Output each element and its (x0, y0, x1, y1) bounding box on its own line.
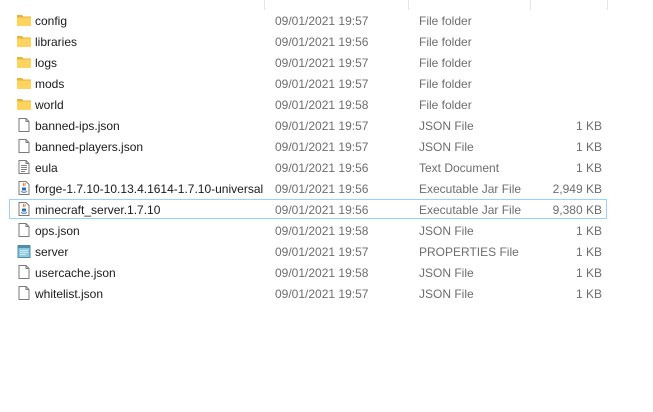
file-size: 1 KB (575, 224, 602, 238)
file-date-modified: 09/01/2021 19:57 (275, 56, 369, 70)
file-row[interactable]: eula 09/01/2021 19:56 Text Document 1 KB (9, 157, 607, 177)
file-row[interactable]: config 09/01/2021 19:57 File folder (9, 10, 607, 30)
file-type: Executable Jar File (419, 182, 522, 196)
folder-icon (16, 12, 32, 28)
file-type: File folder (419, 98, 472, 112)
file-date-modified: 09/01/2021 19:57 (275, 140, 369, 154)
file-date-modified: 09/01/2021 19:57 (275, 245, 369, 259)
column-divider[interactable] (530, 0, 531, 10)
file-type: File folder (419, 77, 472, 91)
java-jar-icon (16, 201, 32, 217)
file-type: File folder (419, 35, 472, 49)
file-name: world (35, 98, 64, 112)
file-date-modified: 09/01/2021 19:57 (275, 119, 369, 133)
file-row[interactable]: libraries 09/01/2021 19:56 File folder (9, 31, 607, 51)
file-type: File folder (419, 56, 472, 70)
document-icon (16, 264, 32, 280)
document-icon (16, 285, 32, 301)
column-divider[interactable] (264, 0, 265, 10)
file-date-modified: 09/01/2021 19:56 (275, 182, 369, 196)
file-size: 1 KB (575, 266, 602, 280)
file-row[interactable]: banned-ips.json 09/01/2021 19:57 JSON File… (9, 115, 607, 135)
file-type: JSON File (419, 140, 474, 154)
file-row[interactable]: banned-players.json 09/01/2021 19:57 JSON … (9, 136, 607, 156)
file-date-modified: 09/01/2021 19:56 (275, 35, 369, 49)
file-name: ops.json (35, 224, 80, 238)
file-name: mods (35, 77, 65, 91)
file-size: 1 KB (575, 140, 602, 154)
document-icon (16, 138, 32, 154)
file-type: JSON File (419, 287, 474, 301)
file-row[interactable]: world 09/01/2021 19:58 File folder (9, 94, 607, 114)
file-type: JSON File (419, 119, 474, 133)
java-jar-icon (16, 180, 32, 196)
column-divider[interactable] (408, 0, 409, 10)
file-row[interactable]: minecraft_server.1.7.10 09/01/2021 19:56 E… (9, 199, 607, 219)
column-divider[interactable] (607, 0, 608, 10)
file-row[interactable]: whitelist.json 09/01/2021 19:57 JSON File 1… (9, 283, 607, 303)
file-name: whitelist.json (35, 287, 104, 301)
file-row[interactable]: ops.json 09/01/2021 19:58 JSON File 1 KB (9, 220, 607, 240)
file-type: Text Document (419, 161, 500, 175)
file-date-modified: 09/01/2021 19:56 (275, 203, 369, 217)
file-row[interactable]: server 09/01/2021 19:57 PROPERTIES File 1 K… (9, 241, 607, 261)
file-size: 1 KB (575, 245, 602, 259)
file-name: server (35, 245, 69, 259)
file-size: 1 KB (575, 287, 602, 301)
file-date-modified: 09/01/2021 19:56 (275, 161, 369, 175)
folder-icon (16, 33, 32, 49)
file-type: PROPERTIES File (419, 245, 519, 259)
file-date-modified: 09/01/2021 19:57 (275, 14, 369, 28)
file-size: 2,949 KB (552, 182, 602, 196)
document-icon (16, 117, 32, 133)
folder-icon (16, 54, 32, 70)
document-icon (16, 222, 32, 238)
file-row[interactable]: usercache.json 09/01/2021 19:58 JSON File 1… (9, 262, 607, 282)
file-type: Executable Jar File (419, 203, 522, 217)
file-row[interactable]: logs 09/01/2021 19:57 File folder (9, 52, 607, 72)
file-name: config (35, 14, 68, 28)
text-document-icon (16, 159, 32, 175)
file-name: banned-players.json (35, 140, 144, 154)
file-date-modified: 09/01/2021 19:57 (275, 77, 369, 91)
folder-icon (16, 96, 32, 112)
file-name: usercache.json (35, 266, 116, 280)
folder-icon (16, 75, 32, 91)
file-name: minecraft_server.1.7.10 (35, 203, 161, 217)
file-name: forge-1.7.10-10.13.4.1614-1.7.10-univers… (35, 182, 264, 196)
file-size: 9,380 KB (552, 203, 602, 217)
properties-file-icon (16, 243, 32, 259)
file-size: 1 KB (575, 119, 602, 133)
file-row[interactable]: mods 09/01/2021 19:57 File folder (9, 73, 607, 93)
file-date-modified: 09/01/2021 19:58 (275, 224, 369, 238)
file-name: eula (35, 161, 58, 175)
file-date-modified: 09/01/2021 19:58 (275, 266, 369, 280)
file-name: libraries (35, 35, 78, 49)
file-size: 1 KB (575, 161, 602, 175)
file-type: JSON File (419, 224, 474, 238)
file-type: JSON File (419, 266, 474, 280)
file-row[interactable]: forge-1.7.10-10.13.4.1614-1.7.10-univers… (9, 178, 607, 198)
file-date-modified: 09/01/2021 19:58 (275, 98, 369, 112)
file-type: File folder (419, 14, 472, 28)
file-date-modified: 09/01/2021 19:57 (275, 287, 369, 301)
file-name: logs (35, 56, 58, 70)
file-name: banned-ips.json (35, 119, 120, 133)
